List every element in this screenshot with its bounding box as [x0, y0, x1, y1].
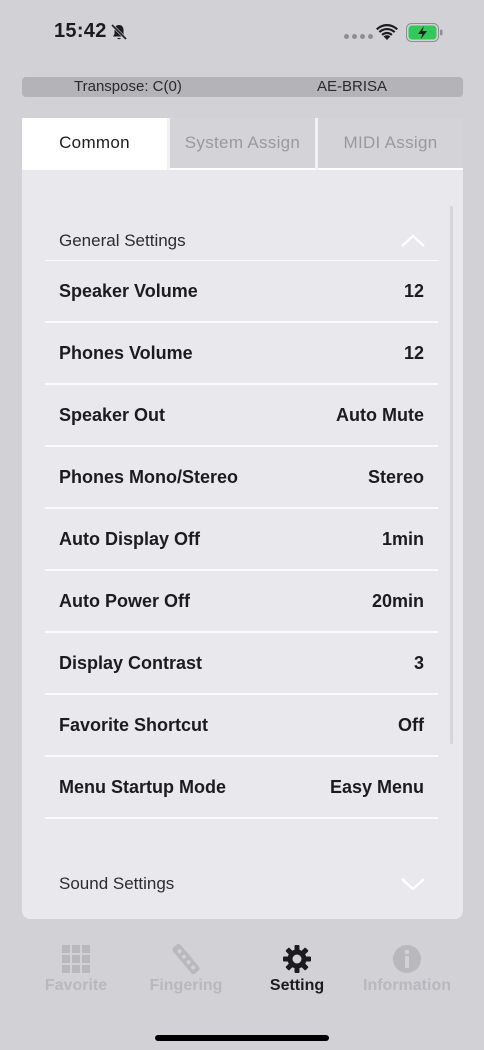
setting-name: Phones Mono/Stereo	[59, 467, 239, 487]
section-label: Sound Settings	[59, 874, 175, 893]
setting-name: Menu Startup Mode	[59, 777, 226, 797]
setting-row-auto-power-off[interactable]: Auto Power Off 20min	[45, 571, 438, 633]
nav-favorite[interactable]: Favorite	[26, 936, 126, 1000]
tab-midi-assign[interactable]: MIDI Assign	[318, 118, 463, 170]
setting-row-phones-volume[interactable]: Phones Volume 12	[45, 323, 438, 385]
setting-name: Speaker Volume	[59, 281, 198, 301]
setting-value: 12	[403, 343, 424, 363]
setting-row-speaker-out[interactable]: Speaker Out Auto Mute	[45, 385, 438, 447]
nav-label: Favorite	[44, 977, 108, 994]
home-indicator[interactable]	[155, 1035, 329, 1041]
setting-name: Phones Volume	[59, 343, 193, 363]
setting-name: Auto Display Off	[59, 529, 201, 549]
setting-row-display-contrast[interactable]: Display Contrast 3	[45, 633, 438, 695]
nav-label: Fingering	[149, 977, 223, 994]
tab-system-assign[interactable]: System Assign	[170, 118, 315, 170]
scrollbar[interactable]	[450, 206, 453, 744]
section-label: General Settings	[59, 231, 186, 250]
tab-bar: Common System Assign MIDI Assign	[22, 118, 463, 170]
battery-charging-icon	[406, 23, 443, 42]
nav-setting[interactable]: Setting	[247, 936, 347, 1000]
cellular-signal-icon	[344, 34, 373, 39]
setting-value: Easy Menu	[329, 777, 424, 797]
grid-icon	[62, 945, 90, 973]
wifi-icon	[376, 24, 398, 40]
setting-row-favorite-shortcut[interactable]: Favorite Shortcut Off	[45, 695, 438, 757]
transpose-value: Transpose: C(0)	[74, 78, 182, 95]
nav-information[interactable]: Information	[357, 936, 457, 1000]
setting-value: Off	[398, 715, 424, 735]
gear-icon	[283, 945, 311, 973]
nav-label: Information	[363, 977, 451, 994]
setting-value: 20min	[371, 591, 424, 611]
nav-fingering[interactable]: Fingering	[136, 936, 236, 1000]
status-time: 15:42	[54, 20, 107, 42]
fingering-icon	[172, 944, 200, 974]
tab-common[interactable]: Common	[22, 118, 167, 170]
setting-value: 1min	[381, 529, 424, 549]
setting-value: 3	[413, 653, 424, 673]
bell-muted-icon	[110, 23, 128, 41]
setting-value: Auto Mute	[336, 405, 424, 425]
setting-row-auto-display-off[interactable]: Auto Display Off 1min	[45, 509, 438, 571]
section-header-sound-settings[interactable]: Sound Settings	[45, 864, 438, 904]
device-name: AE-BRISA	[317, 78, 388, 95]
bottom-nav: Favorite Fingering Setting Information	[0, 936, 484, 1006]
chevron-down-icon	[401, 878, 425, 891]
info-icon	[393, 945, 421, 973]
setting-value: Stereo	[367, 467, 424, 487]
setting-name: Display Contrast	[59, 653, 203, 673]
settings-panel: Common System Assign MIDI Assign General…	[22, 118, 463, 919]
setting-value: 12	[403, 281, 424, 301]
setting-name: Speaker Out	[59, 405, 166, 425]
nav-label: Setting	[269, 977, 325, 994]
section-header-general-settings[interactable]: General Settings	[45, 221, 438, 261]
setting-row-speaker-volume[interactable]: Speaker Volume 12	[45, 261, 438, 323]
setting-row-phones-mono-stereo[interactable]: Phones Mono/Stereo Stereo	[45, 447, 438, 509]
status-bar: 15:42	[0, 0, 484, 66]
transpose-bar: Transpose: C(0) AE-BRISA	[22, 77, 463, 97]
setting-name: Auto Power Off	[59, 591, 190, 611]
setting-name: Favorite Shortcut	[59, 715, 209, 735]
chevron-up-icon	[401, 234, 425, 247]
setting-row-menu-startup-mode[interactable]: Menu Startup Mode Easy Menu	[45, 757, 438, 819]
